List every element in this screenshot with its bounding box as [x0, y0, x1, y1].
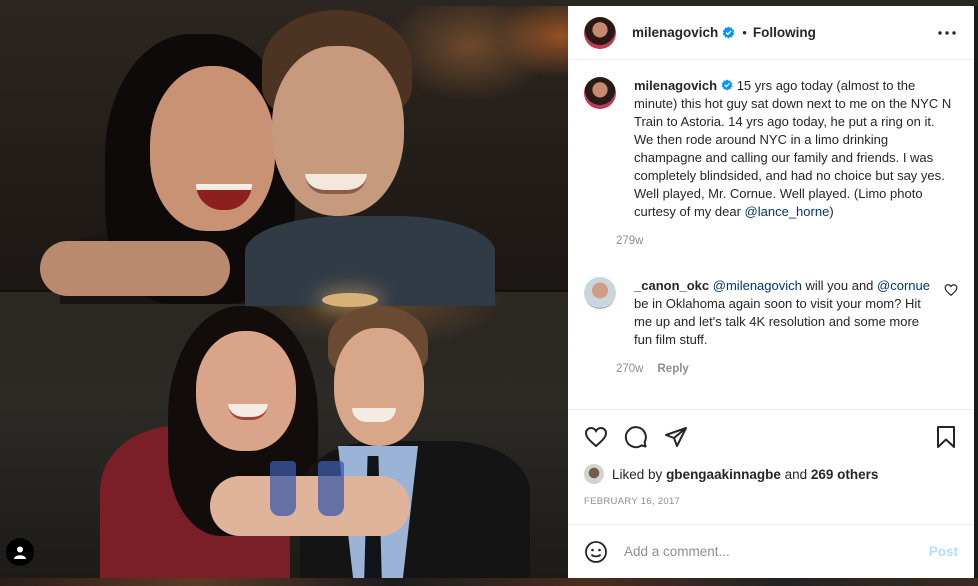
- photo-figure: [210, 476, 410, 536]
- caption-timestamp[interactable]: 279w: [616, 235, 644, 247]
- verified-badge-icon: [723, 26, 735, 39]
- comment-body: will you and: [801, 278, 878, 293]
- likes-summary: Liked by gbengaakinnagbe and 269 others: [584, 464, 958, 484]
- avatar[interactable]: [584, 464, 604, 484]
- post-detail-panel: milenagovich • Following milenagovich 15…: [568, 6, 974, 578]
- photo-figure: [196, 331, 296, 451]
- share-icon[interactable]: [664, 425, 688, 449]
- header-username[interactable]: milenagovich: [632, 25, 718, 40]
- comment-text: _canon_okc @milenagovich will you and @c…: [634, 277, 934, 349]
- avatar[interactable]: [584, 277, 616, 309]
- verified-badge-icon: [721, 79, 733, 91]
- caption-username[interactable]: milenagovich: [634, 78, 717, 93]
- action-bar: Liked by gbengaakinnagbe and 269 others …: [568, 409, 974, 507]
- background-feed-bottom: [0, 578, 978, 586]
- comment-mention[interactable]: @cornue: [877, 278, 930, 293]
- separator-dot: •: [742, 25, 747, 40]
- following-button[interactable]: Following: [753, 25, 816, 40]
- comment-timestamp[interactable]: 270w: [616, 363, 644, 375]
- caption-meta: 279w: [616, 235, 952, 247]
- avatar[interactable]: [584, 77, 616, 109]
- caption-mention[interactable]: @lance_horne: [745, 204, 830, 219]
- likes-middle: and: [780, 466, 811, 482]
- photo-figure: [245, 216, 495, 306]
- comment-body: be in Oklahoma again soon to visit your …: [634, 296, 921, 347]
- comment-icon[interactable]: [624, 425, 648, 449]
- post-button[interactable]: Post: [929, 544, 958, 559]
- comment-username[interactable]: _canon_okc: [634, 278, 709, 293]
- heart-outline-icon[interactable]: [944, 283, 958, 297]
- action-icons: [584, 424, 958, 450]
- comments-section: milenagovich 15 yrs ago today (almost to…: [568, 61, 974, 409]
- photo-figure: [40, 241, 230, 296]
- likes-prefix: Liked by: [612, 466, 663, 482]
- photo-glass: [318, 461, 344, 516]
- avatar[interactable]: [584, 16, 616, 49]
- comment-meta: 270w Reply: [616, 363, 934, 375]
- post-photo[interactable]: [0, 6, 568, 578]
- heart-icon[interactable]: [584, 425, 608, 449]
- caption-end: ): [829, 204, 834, 219]
- post-header: milenagovich • Following: [568, 6, 974, 60]
- user-tag-icon[interactable]: [6, 538, 34, 566]
- comment-input[interactable]: [624, 544, 914, 559]
- comment-item: _canon_okc @milenagovich will you and @c…: [584, 277, 958, 375]
- more-options-icon[interactable]: [936, 22, 958, 44]
- comment-mention[interactable]: @milenagovich: [713, 278, 802, 293]
- photo-glass: [270, 461, 296, 516]
- likes-others[interactable]: 269 others: [811, 467, 879, 482]
- likes-first-user[interactable]: gbengaakinnagbe: [666, 467, 781, 482]
- emoji-icon[interactable]: [584, 540, 608, 564]
- reply-button[interactable]: Reply: [658, 363, 689, 375]
- photo-lamp: [322, 293, 378, 307]
- add-comment-bar: Post: [568, 524, 974, 578]
- post-date[interactable]: FEBRUARY 16, 2017: [584, 496, 958, 507]
- bookmark-icon[interactable]: [934, 425, 958, 449]
- caption-text: milenagovich 15 yrs ago today (almost to…: [634, 77, 952, 221]
- modal-edge: [974, 6, 978, 578]
- caption: milenagovich 15 yrs ago today (almost to…: [584, 77, 958, 247]
- photo-figure: [334, 328, 424, 446]
- caption-body: 15 yrs ago today (almost to the minute) …: [634, 78, 952, 219]
